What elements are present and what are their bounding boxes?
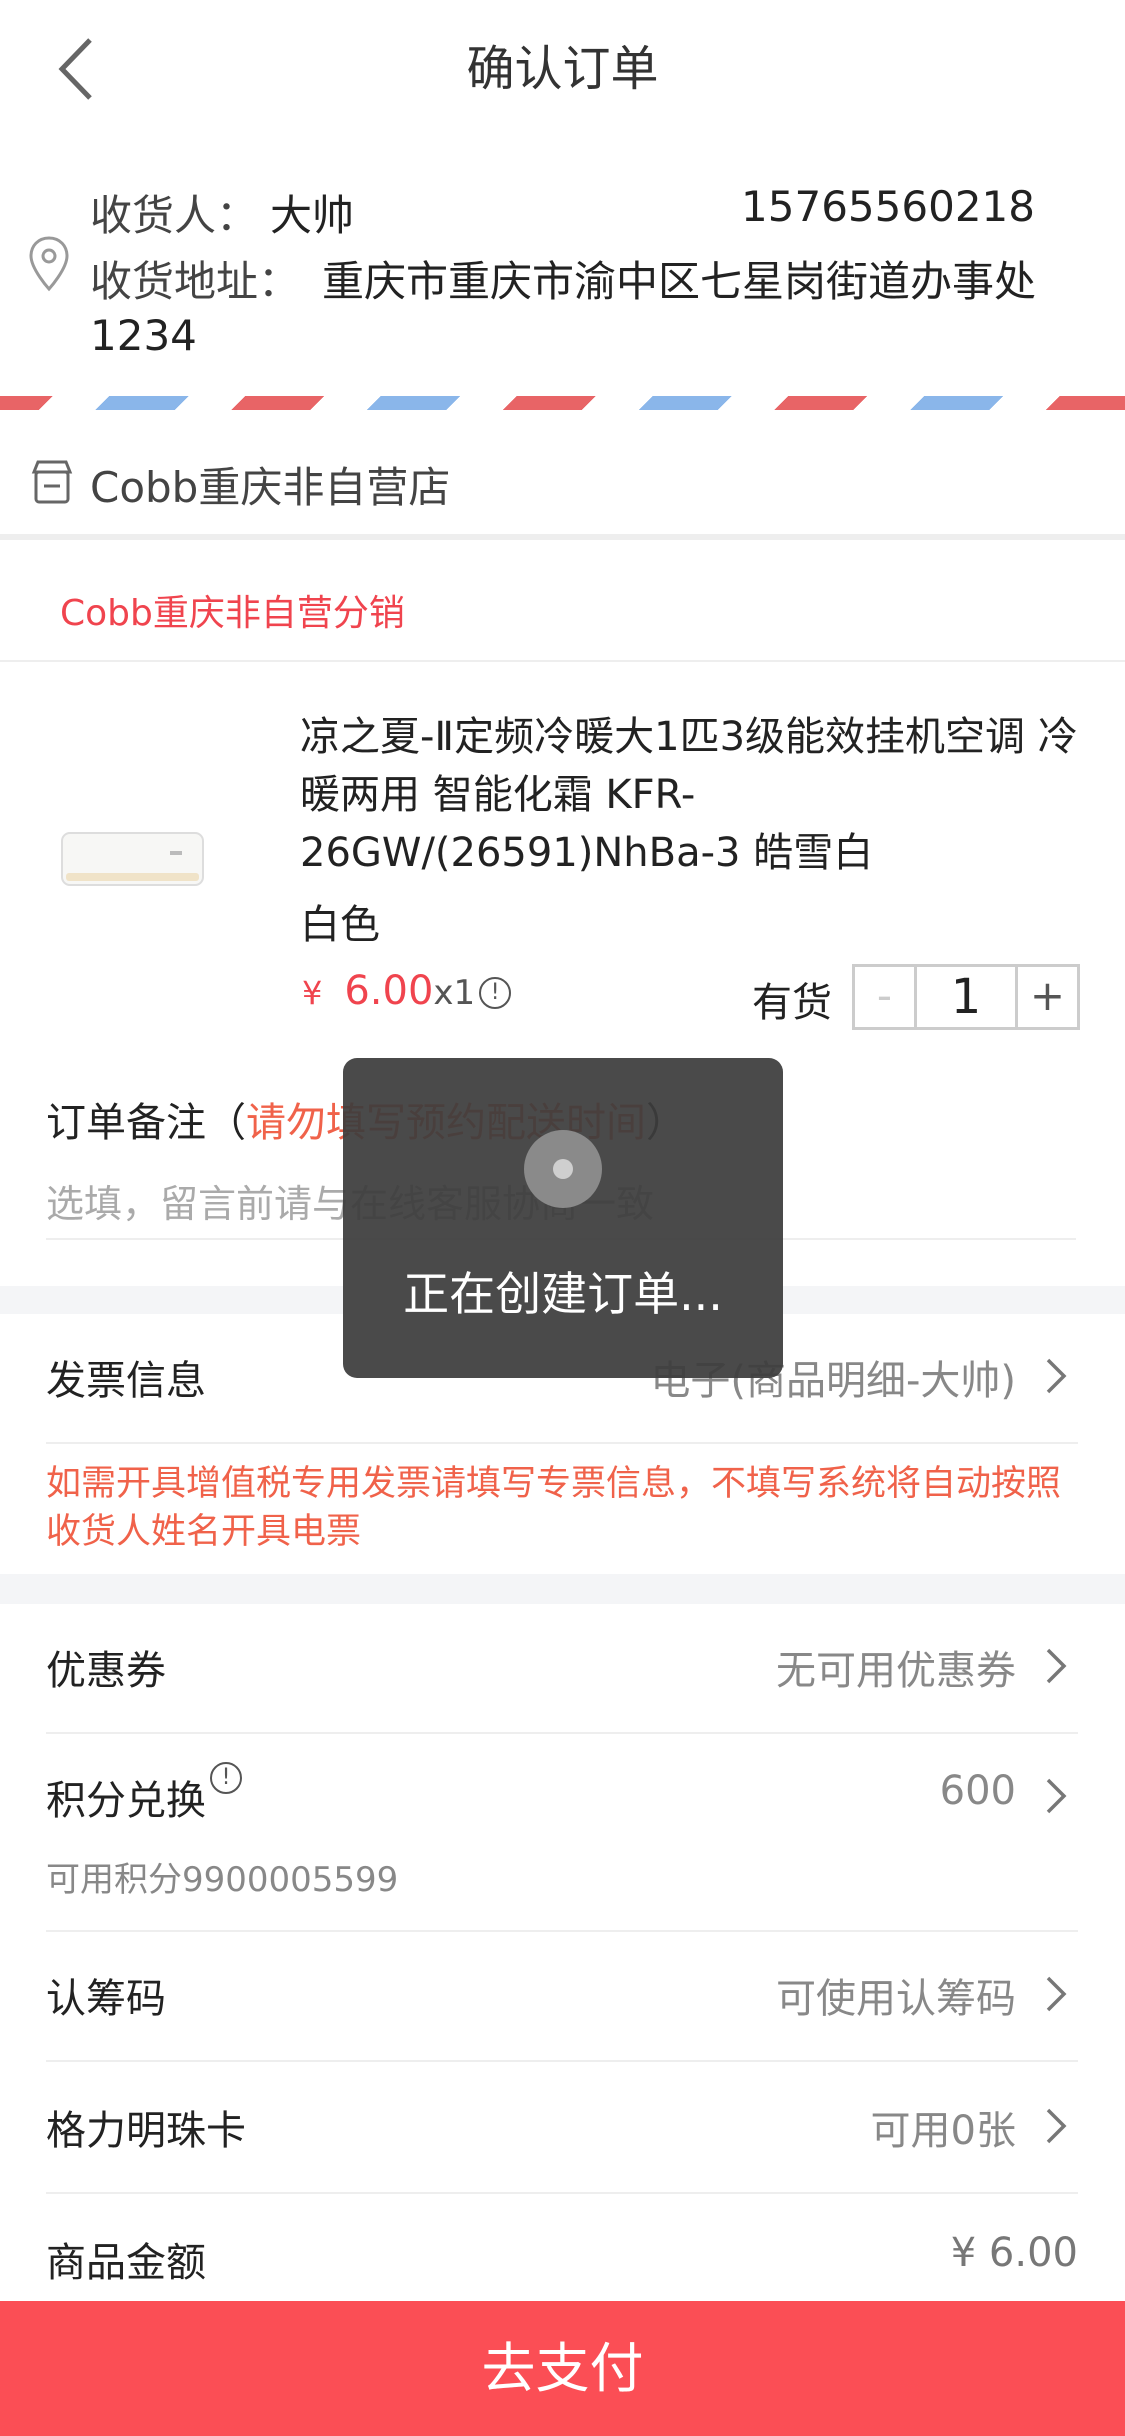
page-title: 确认订单	[466, 41, 659, 97]
remark-label: 订单备注（	[46, 1100, 246, 1146]
chevron-right-icon	[1046, 2108, 1067, 2144]
quantity-input[interactable]	[917, 967, 1015, 1027]
increase-button[interactable]: +	[1015, 967, 1077, 1027]
receiver-label: 收货人：	[90, 191, 259, 240]
pay-button[interactable]: 去支付	[0, 2301, 1125, 2436]
goods-amount-row: 商品金额 ¥ 6.00	[46, 2200, 1078, 2300]
section-divider	[0, 1574, 1125, 1604]
amount-value: ¥ 6.00	[950, 2230, 1078, 2276]
chevron-right-icon	[1046, 1976, 1067, 2012]
stock-status: 有货	[752, 980, 832, 1026]
card-label: 格力明珠卡	[46, 2108, 246, 2154]
chevron-right-icon	[1046, 1358, 1067, 1394]
shop-name: Cobb重庆非自营店	[90, 463, 451, 512]
card-value: 可用0张	[870, 2108, 1016, 2154]
address-label: 收货地址：	[90, 257, 301, 306]
product-color: 白色	[300, 902, 380, 948]
decrease-button[interactable]: -	[855, 967, 917, 1027]
order-confirm-page: 确认订单 收货人： 大帅 15765560218 收货地址： 重庆市重庆市渝中区七…	[0, 0, 1125, 2436]
coupon-row[interactable]: 优惠券 无可用优惠券	[46, 1604, 1078, 1734]
pearl-card-row[interactable]: 格力明珠卡 可用0张	[46, 2064, 1078, 2194]
points-available: 可用积分9900005599	[46, 1860, 399, 1900]
quantity-stepper: - +	[852, 964, 1080, 1030]
airmail-stripe-divider	[0, 396, 1125, 410]
coupon-label: 优惠券	[46, 1648, 166, 1694]
receiver-name: 大帅	[270, 191, 355, 240]
price-value: 6.00	[344, 968, 434, 1014]
product-title: 凉之夏-Ⅱ定频冷暖大1匹3级能效挂机空调 冷暖两用 智能化霜 KFR-26GW/…	[300, 714, 1078, 876]
distributor-name: Cobb重庆非自营分销	[60, 593, 405, 634]
discount-section: 优惠券 无可用优惠券 积分兑换! 600 可用积分9900005599 认筹码 …	[0, 1604, 1125, 2304]
shop-header: Cobb重庆非自营店	[0, 420, 1125, 540]
loading-spinner-icon	[524, 1130, 602, 1208]
points-row[interactable]: 积分兑换! 600 可用积分9900005599	[46, 1734, 1078, 1932]
chevron-right-icon	[1046, 1648, 1067, 1684]
points-label-text: 积分兑换	[46, 1778, 206, 1824]
invoice-label: 发票信息	[46, 1358, 206, 1404]
invoice-note: 如需开具增值税专用发票请填写专票信息，不填写系统将自动按照收货人姓名开具电票	[46, 1464, 1062, 1552]
amount-label: 商品金额	[46, 2240, 206, 2286]
address-card[interactable]: 收货人： 大帅 15765560218 收货地址： 重庆市重庆市渝中区七星岗街道办…	[0, 160, 1125, 390]
chevron-right-icon	[1046, 1778, 1067, 1814]
product-item: 凉之夏-Ⅱ定频冷暖大1匹3级能效挂机空调 冷暖两用 智能化霜 KFR-26GW/…	[0, 664, 1125, 1054]
address-line: 收货地址： 重庆市重庆市渝中区七星岗街道办事处1234	[90, 255, 1050, 363]
code-value: 可使用认筹码	[776, 1976, 1016, 2022]
code-label: 认筹码	[46, 1976, 166, 2022]
location-pin-icon	[29, 236, 69, 292]
product-price: ¥6.00x1!	[302, 968, 512, 1014]
subscription-code-row[interactable]: 认筹码 可使用认筹码	[46, 1932, 1078, 2062]
air-conditioner-image	[61, 832, 204, 886]
toast-text: 正在创建订单...	[403, 1267, 723, 1321]
quantity-text: x1	[433, 973, 476, 1013]
info-icon[interactable]: !	[210, 1762, 242, 1794]
store-icon	[31, 460, 73, 504]
info-icon[interactable]: !	[479, 977, 512, 1009]
header: 确认订单	[0, 0, 1125, 145]
coupon-value: 无可用优惠券	[776, 1648, 1016, 1694]
receiver-phone: 15765560218	[741, 182, 1035, 231]
points-value: 600	[939, 1768, 1016, 1814]
distributor-bar: Cobb重庆非自营分销	[0, 556, 1125, 662]
loading-toast: 正在创建订单...	[343, 1058, 783, 1378]
currency-symbol: ¥	[302, 974, 323, 1012]
points-label: 积分兑换!	[46, 1762, 242, 1826]
